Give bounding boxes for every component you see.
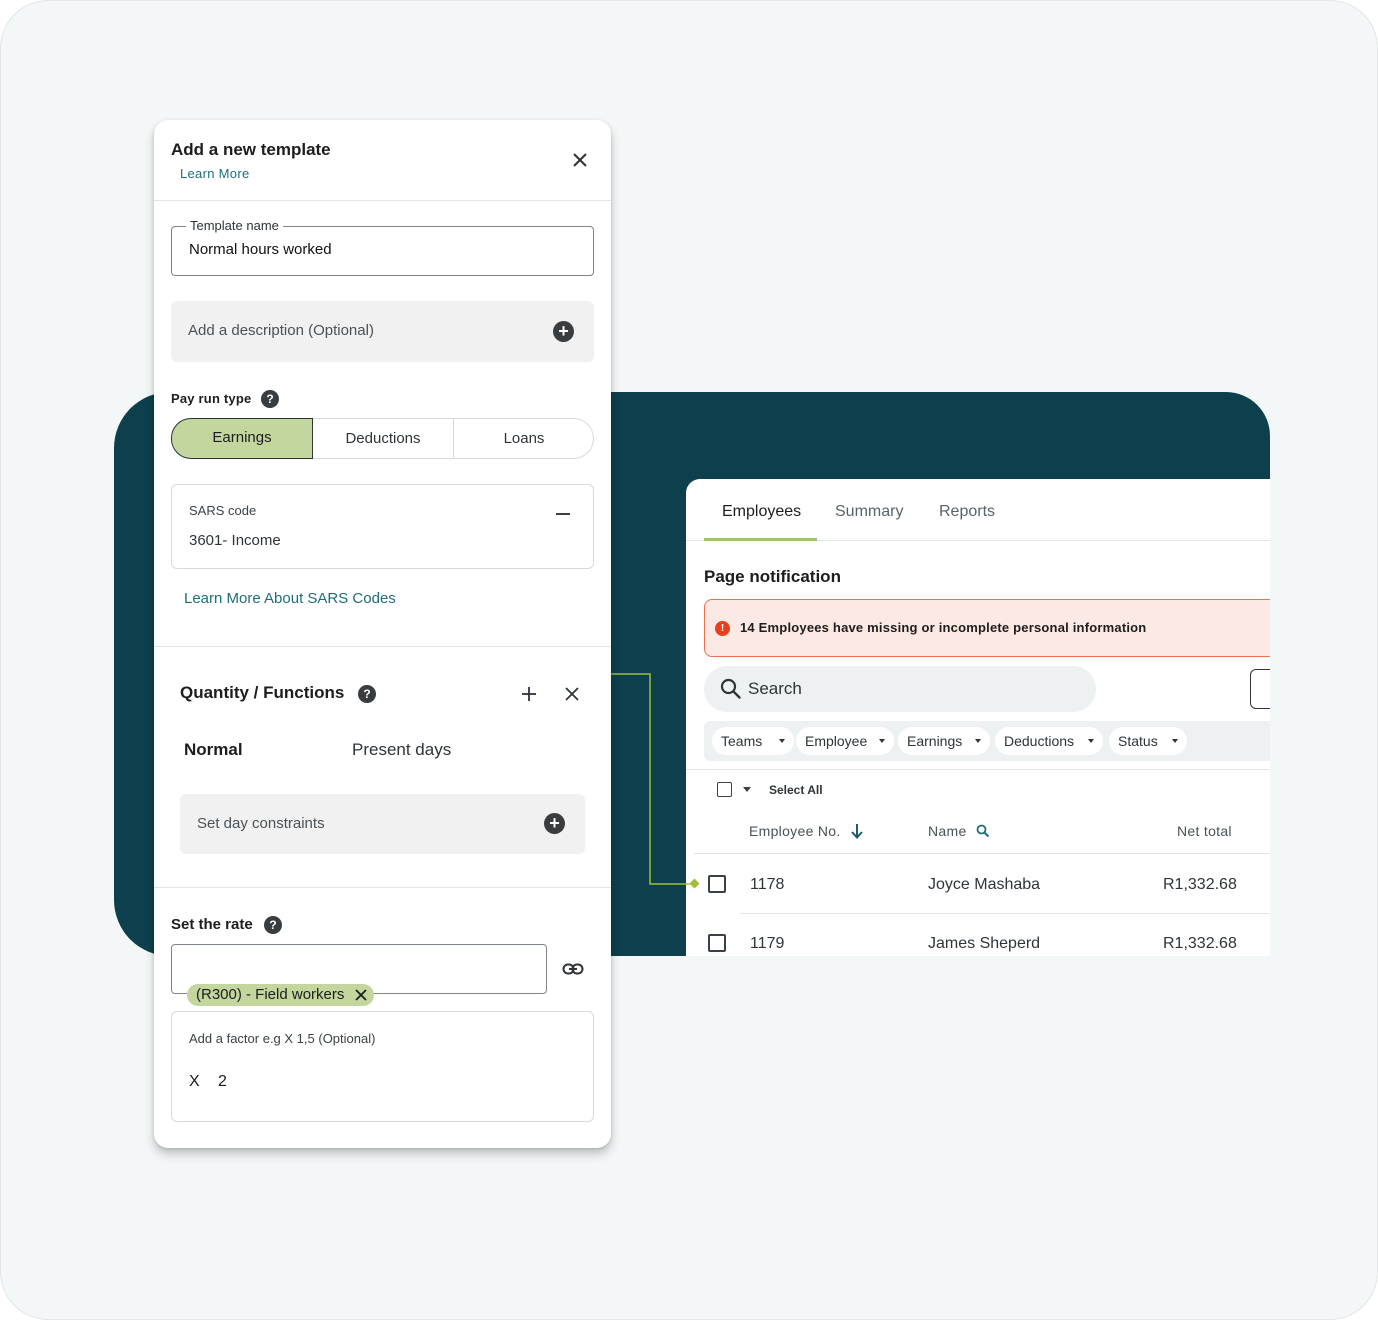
employee-no: 1179 (750, 935, 785, 952)
filter-status[interactable]: Status (1109, 727, 1187, 755)
sars-code-field[interactable]: SARS code 3601- Income (171, 484, 594, 569)
filter-deductions[interactable]: Deductions (995, 727, 1103, 755)
caret-down-icon[interactable] (743, 787, 751, 792)
notification-message: 14 Employees have missing or incomplete … (740, 620, 1147, 635)
rate-chip[interactable]: (R300) - Field workers (187, 984, 375, 1006)
filter-options-button[interactable] (1250, 669, 1270, 709)
filter-deductions-label: Deductions (1004, 733, 1075, 749)
tab-reports[interactable]: Reports (939, 503, 995, 521)
divider (154, 887, 611, 888)
employee-no: 1178 (750, 876, 785, 893)
help-icon[interactable]: ? (261, 390, 279, 408)
factor-label: Add a factor e.g X 1,5 (Optional) (189, 1031, 376, 1046)
rate-chip-label: (R300) - Field workers (196, 986, 345, 1003)
caret-down-icon (1088, 739, 1094, 743)
pay-run-type-selector: Earnings Deductions Loans (171, 418, 594, 459)
card-title: Add a new template (171, 140, 331, 159)
sars-codes-link[interactable]: Learn More About SARS Codes (184, 590, 396, 607)
quantity-present-days[interactable]: Present days (352, 740, 451, 760)
divider (154, 646, 611, 647)
caret-down-icon (879, 739, 885, 743)
column-header-name[interactable]: Name (928, 823, 967, 839)
filter-bar: Teams Employee Earnings Deductions Statu… (704, 721, 1270, 761)
alert-icon: ! (715, 621, 730, 636)
row-checkbox[interactable] (708, 875, 726, 893)
filter-earnings-label: Earnings (907, 733, 963, 749)
learn-more-link[interactable]: Learn More (180, 166, 249, 181)
sars-code-value: 3601- Income (189, 532, 281, 549)
divider (740, 913, 1270, 914)
search-input[interactable]: Search (704, 666, 1096, 712)
column-header-net-total[interactable]: Net total (1177, 823, 1232, 839)
add-description-button[interactable]: Add a description (Optional) + (171, 301, 594, 362)
minus-icon[interactable] (556, 513, 570, 515)
option-earnings[interactable]: Earnings (171, 418, 313, 459)
close-icon[interactable] (355, 989, 368, 1001)
active-tab-indicator (704, 538, 817, 541)
set-rate-title: Set the rate (171, 916, 253, 933)
template-name-value: Normal hours worked (189, 241, 332, 258)
plus-icon[interactable] (521, 686, 537, 702)
filter-teams[interactable]: Teams (712, 727, 794, 755)
quantity-normal-label: Normal (184, 740, 243, 759)
sars-code-label: SARS code (189, 503, 257, 518)
net-total: R1,332.68 (1163, 876, 1237, 893)
close-icon[interactable] (565, 687, 579, 701)
employee-name: Joyce Mashaba (928, 876, 1041, 893)
add-template-card: Add a new template Learn More Template n… (154, 120, 611, 1148)
plus-circle-icon: + (553, 321, 574, 342)
search-placeholder: Search (748, 679, 802, 698)
help-icon[interactable]: ? (264, 916, 282, 934)
plus-circle-icon: + (544, 813, 565, 834)
caret-down-icon (1172, 739, 1178, 743)
option-deductions[interactable]: Deductions (313, 419, 453, 458)
filter-earnings[interactable]: Earnings (898, 727, 990, 755)
notification-banner: ! 14 Employees have missing or incomplet… (704, 599, 1270, 657)
template-name-field[interactable]: Template name Normal hours worked (171, 218, 594, 276)
net-total: R1,332.68 (1163, 935, 1237, 952)
search-icon (720, 678, 741, 699)
template-name-label: Template name (186, 218, 283, 233)
divider (686, 769, 1270, 770)
filter-status-label: Status (1118, 733, 1158, 749)
pay-run-type-label: Pay run type (171, 391, 252, 406)
filter-employee-label: Employee (805, 733, 868, 749)
employees-panel: Employees Summary Reports Page notificat… (686, 479, 1270, 956)
description-placeholder: Add a description (Optional) (188, 322, 374, 339)
tab-summary[interactable]: Summary (835, 503, 903, 521)
filter-employee[interactable]: Employee (796, 727, 894, 755)
tab-employees[interactable]: Employees (722, 503, 801, 521)
close-icon[interactable] (572, 152, 588, 168)
select-all-label[interactable]: Select All (769, 783, 823, 797)
help-icon[interactable]: ? (358, 685, 376, 703)
column-header-employee-no[interactable]: Employee No. (749, 823, 841, 839)
notification-heading: Page notification (704, 567, 841, 586)
quantity-functions-title: Quantity / Functions (180, 683, 345, 702)
filter-teams-label: Teams (721, 733, 763, 749)
sort-down-icon[interactable] (850, 822, 864, 840)
employee-name: James Sheperd (928, 935, 1041, 952)
row-checkbox[interactable] (708, 934, 726, 952)
tab-bar: Employees Summary Reports (686, 479, 1270, 541)
constraints-label: Set day constraints (197, 815, 325, 832)
divider (694, 853, 1270, 854)
select-all-checkbox[interactable] (717, 782, 732, 797)
option-loans[interactable]: Loans (454, 419, 594, 458)
divider (154, 200, 611, 201)
factor-prefix: X (189, 1073, 200, 1090)
set-day-constraints-button[interactable]: Set day constraints + (180, 794, 585, 854)
caret-down-icon (779, 739, 785, 743)
caret-down-icon (975, 739, 981, 743)
search-icon[interactable] (976, 824, 990, 838)
factor-value: 2 (218, 1073, 227, 1090)
link-icon[interactable] (562, 960, 584, 978)
factor-field[interactable]: Add a factor e.g X 1,5 (Optional) X 2 (171, 1011, 594, 1122)
